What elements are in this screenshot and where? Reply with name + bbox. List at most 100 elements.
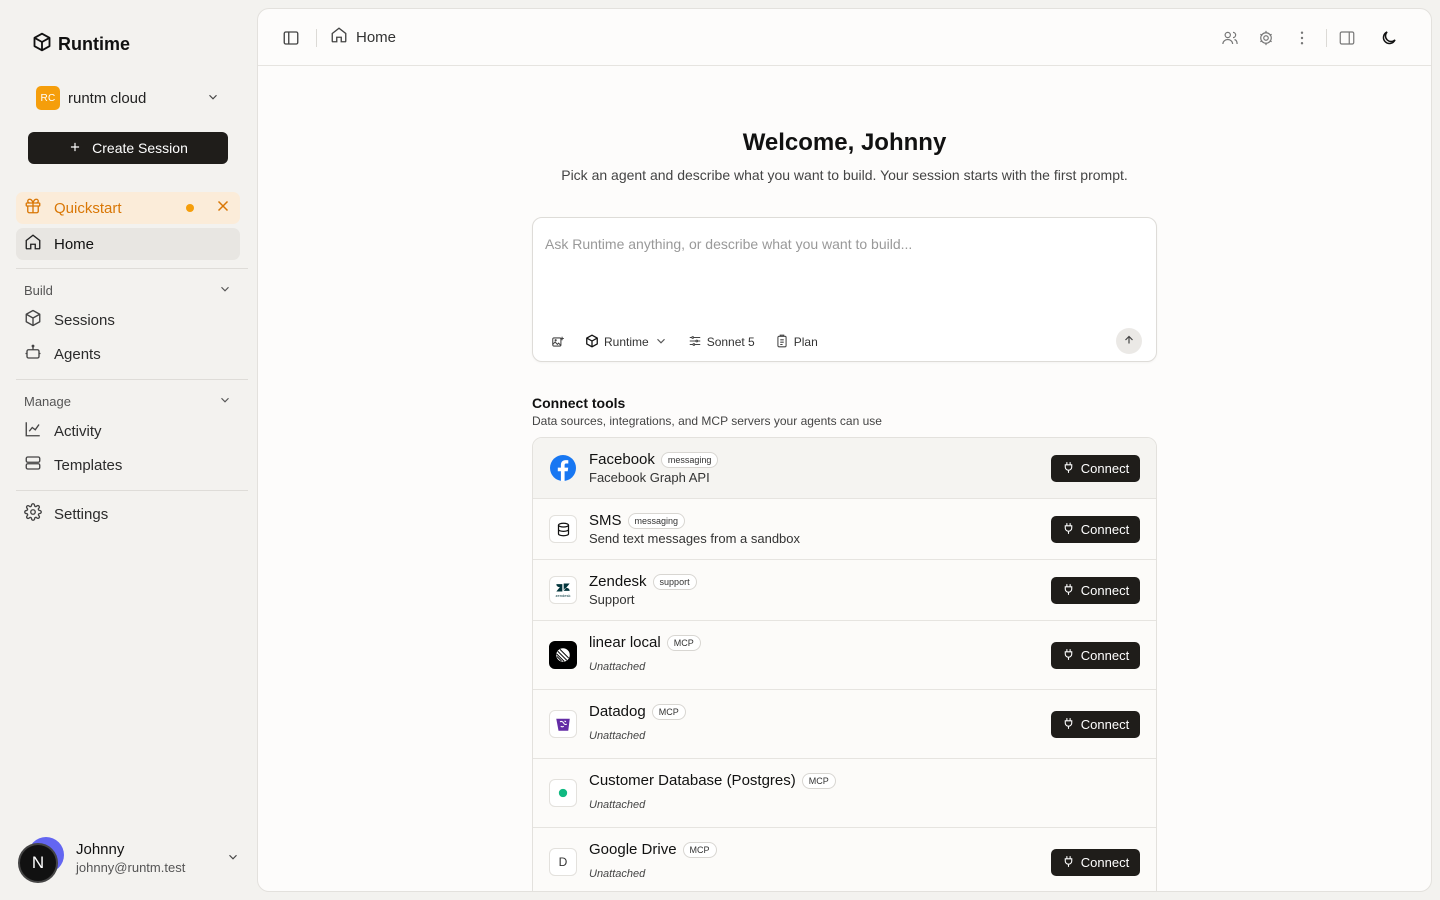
- section-manage[interactable]: Manage: [16, 389, 240, 413]
- list-item: Customer Database (Postgres) MCP Unattac…: [533, 759, 1156, 828]
- plug-icon: [1062, 583, 1075, 599]
- connect-label: Connect: [1080, 648, 1130, 663]
- zendesk-logo-icon: zendesk: [549, 576, 577, 604]
- avatar: N: [16, 833, 66, 883]
- tool-name-line: Google Drive MCP: [589, 841, 717, 858]
- connect-label: Connect: [1080, 461, 1130, 476]
- avatar-initial: N: [18, 843, 58, 883]
- tool-tag: messaging: [627, 512, 686, 529]
- tool-name: linear local: [589, 634, 661, 651]
- tools-subtitle: Data sources, integrations, and MCP serv…: [532, 414, 882, 428]
- model-select[interactable]: Sonnet 5: [688, 334, 755, 351]
- tool-description: Unattached: [589, 730, 646, 742]
- connect-label: Connect: [1080, 583, 1130, 598]
- connect-button[interactable]: Connect: [1051, 849, 1140, 876]
- box-icon: [585, 334, 599, 351]
- list-item: zendesk Zendesk support Support Connect: [533, 560, 1156, 621]
- model-label: Sonnet 5: [706, 335, 755, 349]
- tool-name-line: Customer Database (Postgres) MCP: [589, 772, 836, 789]
- send-button[interactable]: [1116, 328, 1142, 354]
- divider: [16, 379, 248, 380]
- connect-label: Connect: [1080, 717, 1130, 732]
- more-vertical-icon[interactable]: [1293, 29, 1311, 47]
- list-item: linear local MCP Unattached Connect: [533, 621, 1156, 690]
- sliders-icon: [688, 334, 702, 351]
- page-title: Welcome, Johnny: [742, 129, 947, 156]
- prompt-box: Runtime Sonnet 5 Plan: [532, 217, 1157, 362]
- letter-d-icon: D: [549, 848, 577, 876]
- sidebar-item-settings[interactable]: Settings: [16, 498, 240, 530]
- tool-description: Support: [589, 592, 635, 607]
- chevron-down-icon: [218, 282, 232, 299]
- tool-name-line: linear local MCP: [589, 634, 701, 651]
- plug-icon: [1062, 461, 1075, 477]
- sidebar: Runtime RC runtm cloud Create Session Qu…: [0, 0, 256, 900]
- bot-icon: [24, 343, 42, 365]
- prompt-input[interactable]: [545, 232, 1145, 256]
- tool-description: Facebook Graph API: [589, 470, 710, 485]
- org-name: runtm cloud: [68, 89, 147, 107]
- tool-tag: MCP: [651, 703, 686, 720]
- section-label: Build: [24, 282, 53, 298]
- user-email: johnny@runtm.test: [76, 860, 186, 875]
- tool-name: SMS: [589, 512, 622, 529]
- sidebar-item-templates[interactable]: Templates: [16, 449, 240, 481]
- gear-icon[interactable]: [1257, 29, 1275, 47]
- zendesk-logo-text: zendesk: [555, 593, 571, 598]
- connect-label: Connect: [1080, 855, 1130, 870]
- moon-icon[interactable]: [1380, 29, 1398, 47]
- divider: [16, 490, 248, 491]
- list-item: D Google Drive MCP Unattached Connect: [533, 828, 1156, 891]
- breadcrumb[interactable]: Home: [330, 26, 396, 48]
- sidebar-item-sessions[interactable]: Sessions: [16, 304, 240, 336]
- tool-description: Unattached: [589, 868, 646, 880]
- sidebar-item-label: Settings: [54, 505, 109, 523]
- app-name: Runtime: [58, 33, 130, 54]
- section-label: Manage: [24, 393, 71, 409]
- plug-icon: [1062, 648, 1075, 664]
- clipboard-icon: [775, 334, 789, 351]
- agent-label: Runtime: [604, 335, 649, 349]
- sidebar-item-label: Agents: [54, 345, 101, 363]
- section-build[interactable]: Build: [16, 278, 240, 302]
- create-session-button[interactable]: Create Session: [28, 132, 228, 164]
- close-icon[interactable]: [214, 197, 232, 219]
- tool-name-line: Zendesk support: [589, 573, 697, 590]
- list-item: Datadog MCP Unattached Connect: [533, 690, 1156, 759]
- connect-button[interactable]: Connect: [1051, 577, 1140, 604]
- connect-button[interactable]: Connect: [1051, 455, 1140, 482]
- sidebar-item-agents[interactable]: Agents: [16, 338, 240, 370]
- connect-button[interactable]: Connect: [1051, 642, 1140, 669]
- box-icon: [24, 309, 42, 331]
- plan-toggle[interactable]: Plan: [775, 334, 818, 351]
- tool-description: Unattached: [589, 799, 646, 811]
- page-subtitle: Pick an agent and describe what you want…: [561, 167, 1128, 183]
- chevron-down-icon: [226, 850, 240, 867]
- tool-tag: MCP: [666, 634, 701, 651]
- tools-list: Facebook messaging Facebook Graph API Co…: [532, 437, 1157, 891]
- notification-dot: [186, 204, 194, 212]
- user-info: Johnny johnny@runtm.test: [76, 841, 226, 875]
- user-menu[interactable]: N Johnny johnny@runtm.test: [16, 832, 240, 884]
- agent-select[interactable]: Runtime: [585, 334, 668, 351]
- sidebar-item-home[interactable]: Home: [16, 228, 240, 260]
- sidebar-toggle-icon[interactable]: [282, 29, 300, 47]
- connect-button[interactable]: Connect: [1051, 516, 1140, 543]
- tool-name-line: Datadog MCP: [589, 703, 686, 720]
- plug-icon: [1062, 717, 1075, 733]
- org-switcher[interactable]: RC runtm cloud: [28, 80, 228, 116]
- linear-icon: [549, 641, 577, 669]
- tool-tag: MCP: [682, 841, 717, 858]
- home-icon: [330, 26, 348, 48]
- database-icon: [549, 515, 577, 543]
- datadog-icon: [549, 710, 577, 738]
- sidebar-item-activity[interactable]: Activity: [16, 415, 240, 447]
- tool-description: Send text messages from a sandbox: [589, 531, 801, 546]
- users-icon[interactable]: [1221, 29, 1239, 47]
- connect-button[interactable]: Connect: [1051, 711, 1140, 738]
- sidebar-item-quickstart[interactable]: Quickstart: [16, 192, 240, 224]
- green-dot-icon: [549, 779, 577, 807]
- list-item: SMS messaging Send text messages from a …: [533, 499, 1156, 560]
- image-add-icon[interactable]: [551, 335, 565, 349]
- panel-right-icon[interactable]: [1338, 29, 1356, 47]
